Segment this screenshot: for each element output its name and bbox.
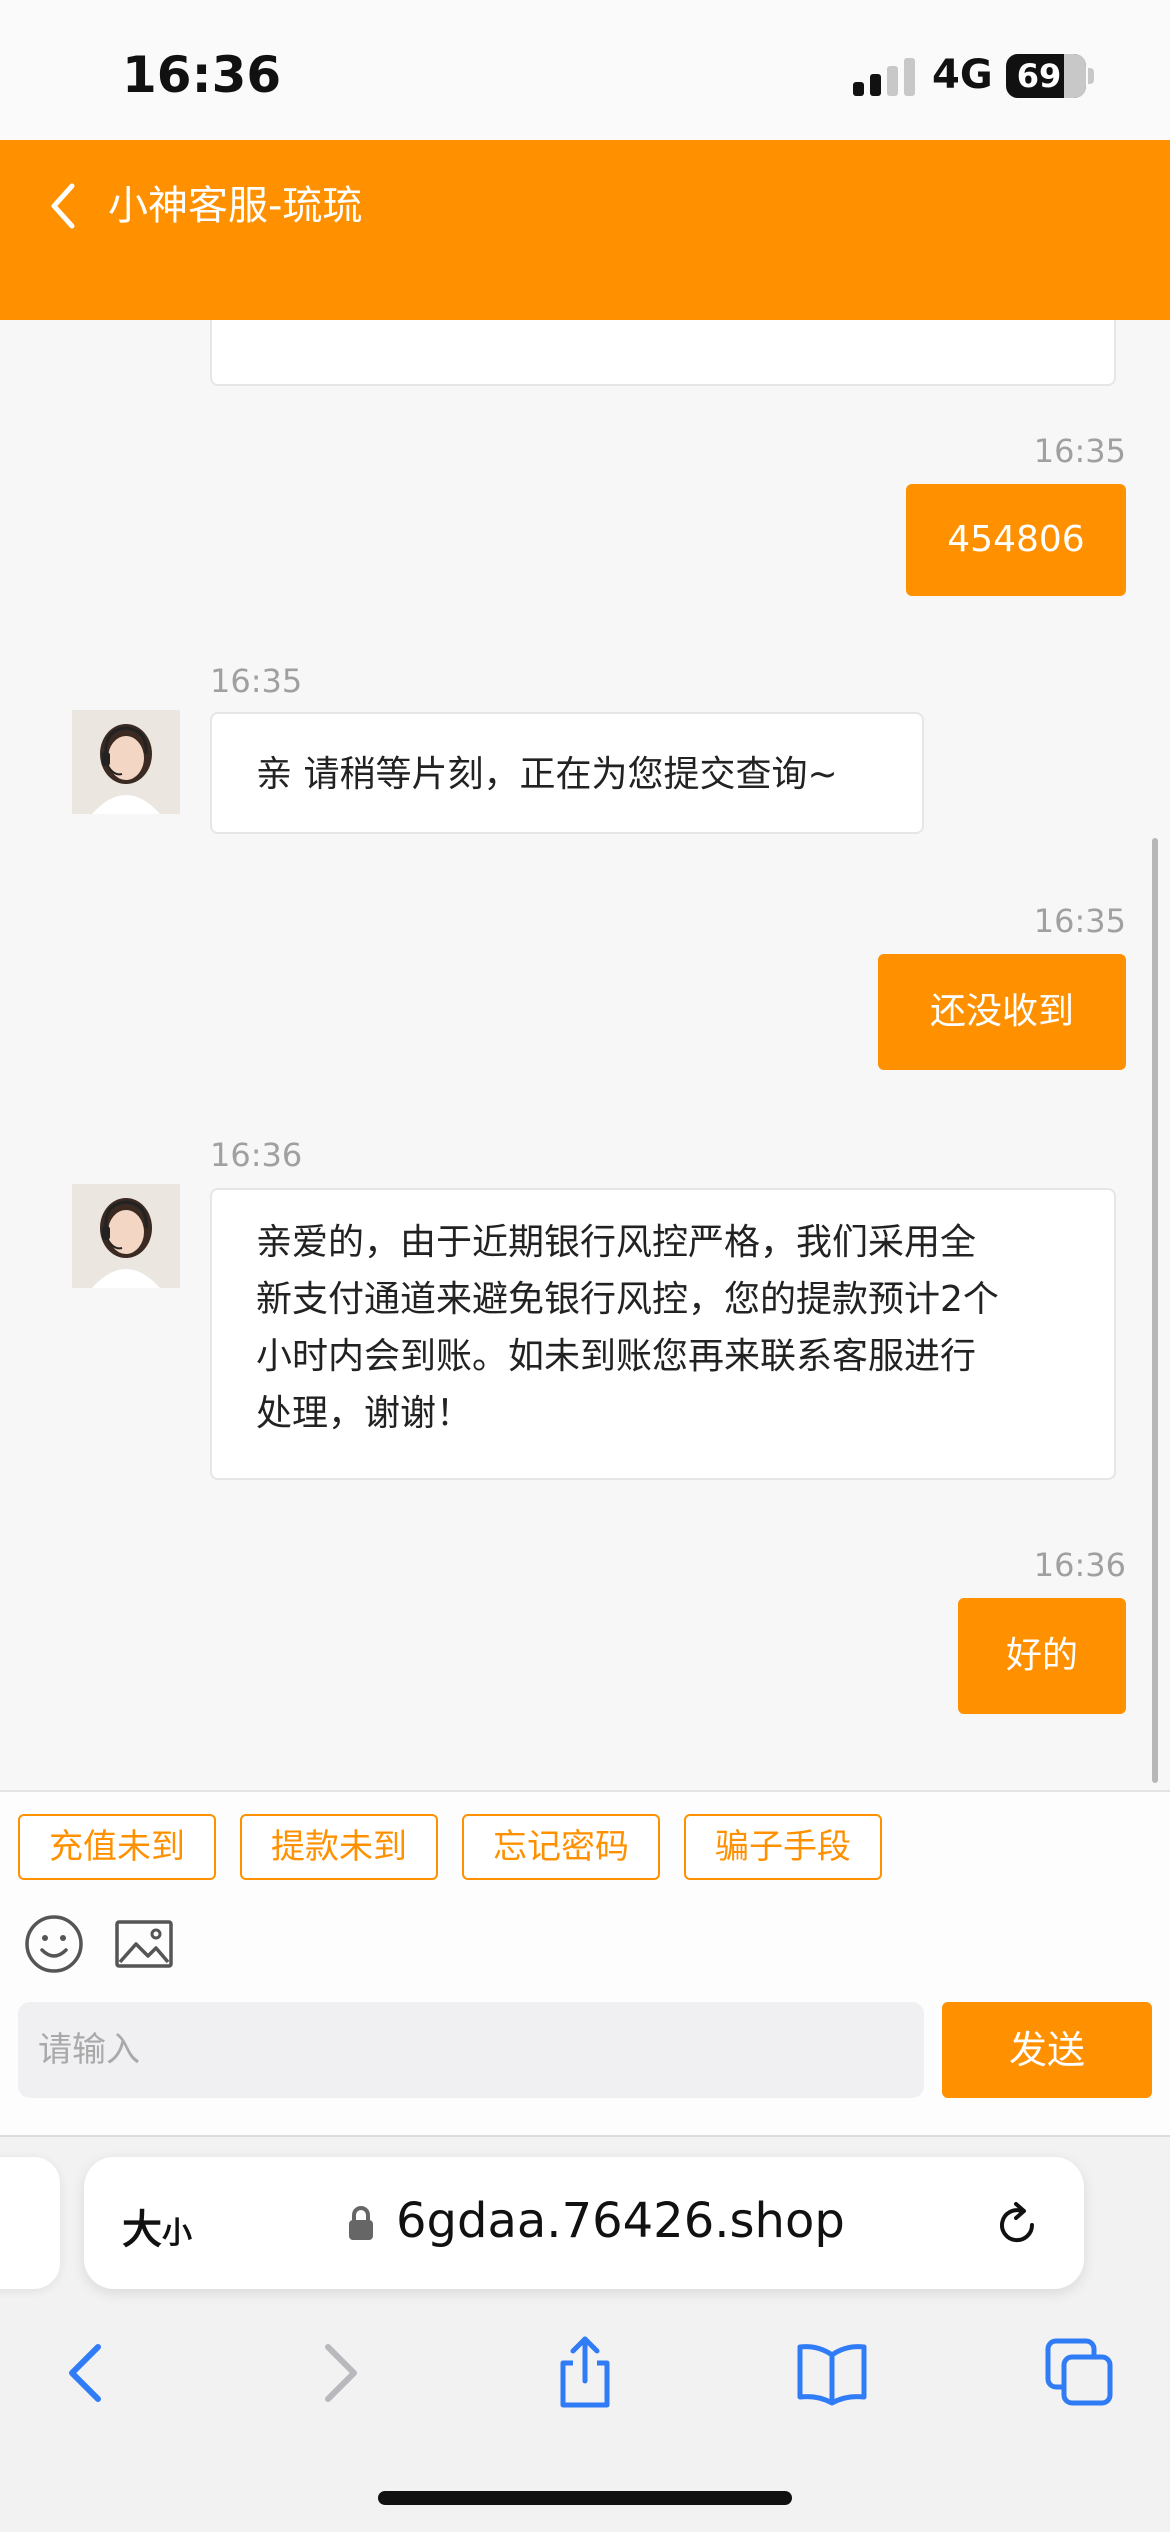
status-time: 16:36 [122, 46, 282, 104]
message-input[interactable] [18, 2002, 924, 2098]
tabs-icon[interactable] [1040, 2333, 1120, 2413]
reload-icon[interactable] [992, 2199, 1042, 2249]
previous-tab[interactable] [0, 2157, 60, 2289]
quick-reply-recharge[interactable]: 充值未到 [18, 1814, 216, 1880]
message-line: 小时内会到账。如未到账您再来联系客服进行 [256, 1336, 977, 1377]
quick-reply-scam[interactable]: 骗子手段 [684, 1814, 882, 1880]
bookmarks-icon[interactable] [792, 2333, 872, 2413]
battery-cap [1088, 68, 1094, 84]
send-button[interactable]: 发送 [942, 2002, 1152, 2098]
quick-reply-withdrawal[interactable]: 提款未到 [240, 1814, 438, 1880]
message-line: 处理，谢谢！ [256, 1393, 473, 1434]
back-arrow-icon[interactable] [44, 176, 84, 236]
message-line: 亲爱的，由于近期银行风控严格，我们采用全 [256, 1222, 977, 1263]
network-type: 4G [932, 52, 993, 98]
scrollbar[interactable] [1152, 838, 1158, 1783]
lock-icon [349, 2206, 373, 2240]
message-bubble-sent: 好的 [958, 1598, 1126, 1714]
chat-header: 小神客服-琉琉 [0, 140, 1170, 320]
text-size-label-small: 小 [162, 2216, 192, 2251]
message-timestamp: 16:35 [1033, 902, 1126, 940]
url-text: 6gdaa.76426.shop [396, 2193, 845, 2249]
status-bar: 16:36 4G 69 [0, 0, 1170, 140]
agent-avatar [72, 1184, 180, 1288]
text-size-label-big: 大 [122, 2207, 162, 2253]
share-icon[interactable] [545, 2333, 625, 2413]
battery-icon: 69 [1006, 54, 1086, 98]
chat-area[interactable]: 16:35 454806 16:35 亲 请稍等片刻，正在为您提交查询~ 16:… [0, 320, 1170, 1790]
quick-reply-password[interactable]: 忘记密码 [462, 1814, 660, 1880]
message-bubble-sent: 还没收到 [878, 954, 1126, 1070]
message-bubble-received: 亲 请稍等片刻，正在为您提交查询~ [210, 712, 924, 834]
message-timestamp: 16:35 [1033, 432, 1126, 470]
forward-icon[interactable] [298, 2333, 378, 2413]
home-indicator[interactable] [378, 2491, 792, 2505]
address-bar[interactable]: 大小 6gdaa.76426.shop [84, 2157, 1084, 2289]
message-bubble-received: 亲爱的，由于近期银行风控严格，我们采用全 新支付通道来避免银行风控，您的提款预计… [210, 1188, 1116, 1480]
text-size-button[interactable]: 大小 [122, 2197, 192, 2255]
battery-level: 69 [1016, 57, 1062, 95]
message-timestamp: 16:36 [1033, 1546, 1126, 1584]
page-title: 小神客服-琉琉 [108, 183, 363, 229]
message-line: 新支付通道来避免银行风控，您的提款预计2个 [256, 1279, 999, 1320]
image-icon[interactable] [112, 1912, 176, 1976]
signal-icon [853, 58, 915, 96]
message-timestamp: 16:35 [210, 662, 303, 700]
input-panel: 充值未到 提款未到 忘记密码 骗子手段 发送 [0, 1790, 1170, 2135]
back-icon[interactable] [48, 2333, 128, 2413]
agent-avatar [72, 710, 180, 814]
message-bubble-sent: 454806 [906, 484, 1126, 596]
browser-toolbar: 大小 6gdaa.76426.shop [0, 2135, 1170, 2532]
message-bubble-partial [210, 320, 1116, 386]
emoji-icon[interactable] [22, 1912, 86, 1976]
message-timestamp: 16:36 [210, 1136, 303, 1174]
